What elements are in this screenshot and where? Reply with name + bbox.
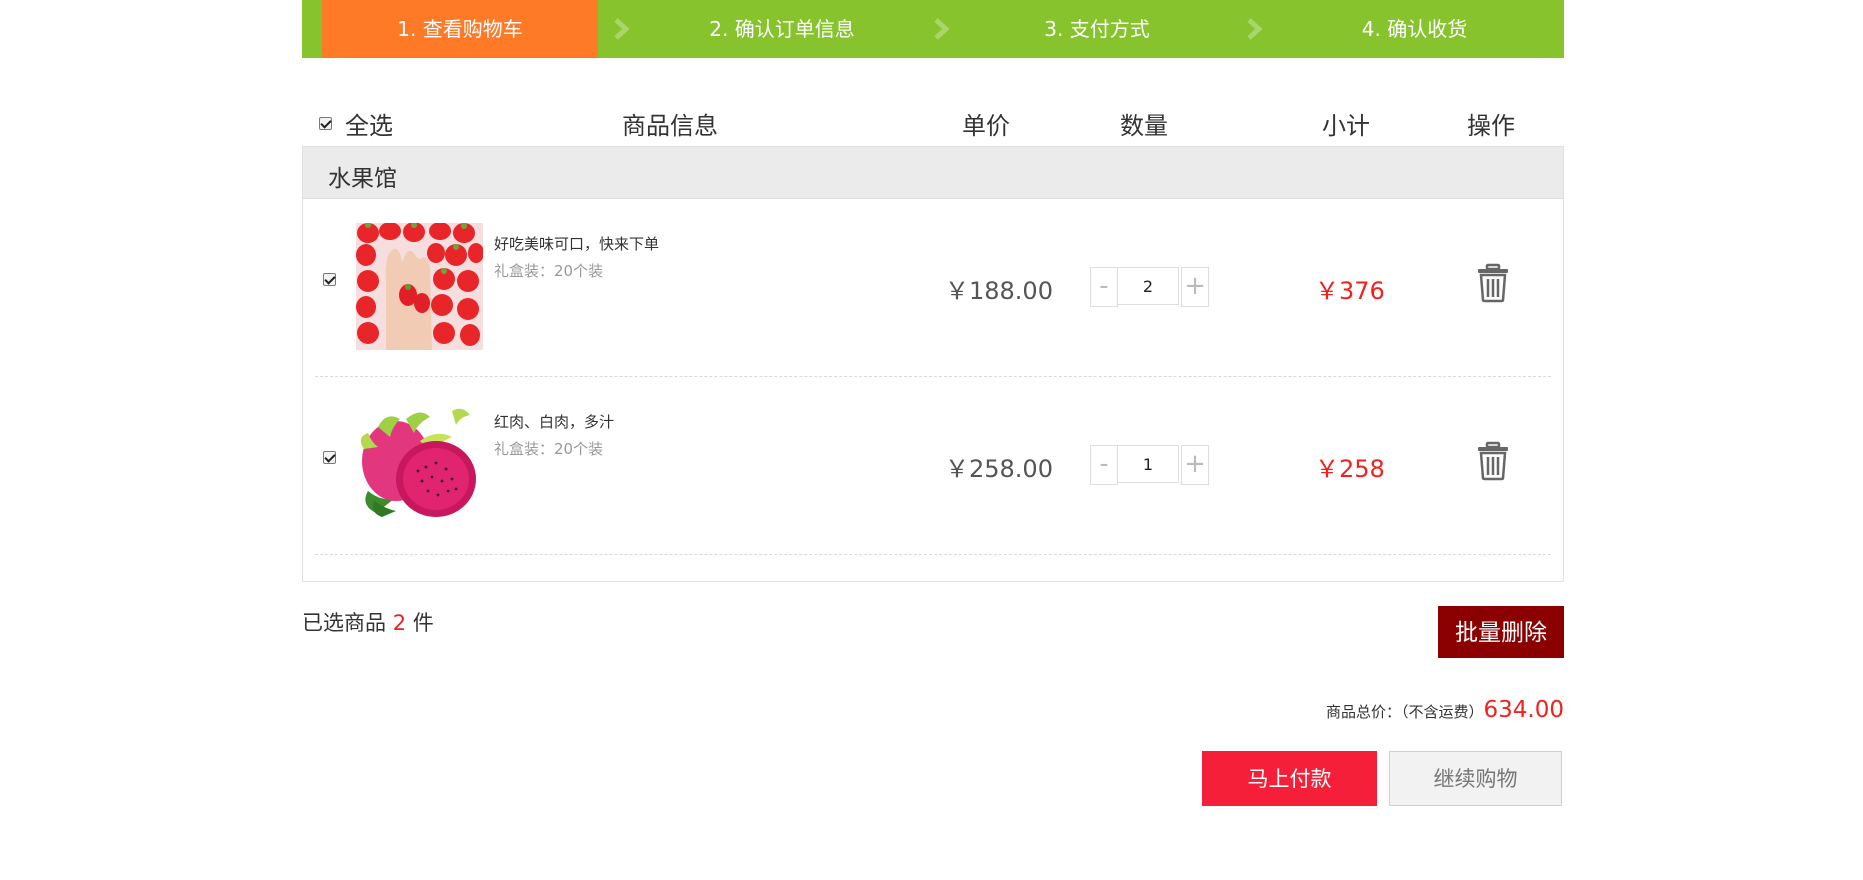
quantity-stepper: - + <box>1090 267 1209 307</box>
trash-icon[interactable] <box>1476 441 1510 481</box>
decrease-button[interactable]: - <box>1090 445 1118 485</box>
quantity-stepper: - + <box>1090 445 1209 485</box>
pay-now-button[interactable]: 马上付款 <box>1202 751 1377 806</box>
step-arrow-icon <box>612 18 632 40</box>
strawberry-image[interactable] <box>356 222 484 350</box>
selected-prefix: 已选商品 <box>302 611 386 635</box>
item-subtotal: ￥258 <box>1315 455 1385 483</box>
product-name[interactable]: 红肉、白肉，多汁 <box>494 411 614 432</box>
header-action: 操作 <box>1467 112 1515 140</box>
select-all-checkbox[interactable] <box>319 117 332 130</box>
continue-shopping-button[interactable]: 继续购物 <box>1389 751 1562 806</box>
total-amount: 634.00 <box>1483 697 1564 723</box>
decrease-button[interactable]: - <box>1090 267 1118 307</box>
header-quantity: 数量 <box>1120 112 1168 140</box>
step-confirm-receipt: 4. 确认收货 <box>1361 17 1468 41</box>
cart-table-header: 全选 商品信息 单价 数量 小计 操作 <box>302 100 1564 146</box>
selected-count: 2 <box>392 611 407 635</box>
dragon-fruit-image[interactable] <box>356 401 483 528</box>
selected-count-text: 已选商品 2 件 <box>302 607 434 637</box>
item-checkbox[interactable] <box>323 273 336 286</box>
step-payment: 3. 支付方式 <box>1044 17 1150 41</box>
header-product-info: 商品信息 <box>622 112 718 140</box>
checkout-steps: 1. 查看购物车 2. 确认订单信息 3. 支付方式 4. 确认收货 <box>302 0 1564 58</box>
item-subtotal: ￥376 <box>1315 277 1385 305</box>
product-spec: 礼盒装：20个装 <box>494 440 604 458</box>
cart-item-row: 红肉、白肉，多汁 礼盒装：20个装 ￥258.00 - + ￥258 <box>315 377 1551 555</box>
product-name[interactable]: 好吃美味可口，快来下单 <box>494 233 659 254</box>
increase-button[interactable]: + <box>1181 445 1209 485</box>
select-all-label[interactable]: 全选 <box>345 106 393 141</box>
trash-icon[interactable] <box>1476 263 1510 303</box>
shop-header: 水果馆 <box>303 147 1563 199</box>
quantity-input[interactable] <box>1117 267 1179 305</box>
quantity-input[interactable] <box>1117 445 1179 483</box>
total-label: 商品总价：（不含运费） <box>1326 703 1484 721</box>
batch-delete-button[interactable]: 批量删除 <box>1438 606 1564 658</box>
item-checkbox[interactable] <box>323 451 336 464</box>
cart-page: 1. 查看购物车 2. 确认订单信息 3. 支付方式 4. 确认收货 全选 商品… <box>302 0 1564 880</box>
shop-group: 水果馆 好吃美味可口，快来下单 礼盒装：20个装 ￥188.00 - 2 + ￥… <box>302 146 1564 582</box>
selected-suffix: 件 <box>412 611 434 635</box>
step-arrow-icon <box>1245 18 1265 40</box>
increase-button[interactable]: + <box>1181 267 1209 307</box>
shop-name: 水果馆 <box>328 166 397 192</box>
step-arrow-icon <box>932 18 952 40</box>
header-subtotal: 小计 <box>1322 112 1370 140</box>
product-spec: 礼盒装：20个装 <box>494 262 604 280</box>
total-price: 商品总价：（不含运费）634.00 <box>1326 697 1564 723</box>
header-unit-price: 单价 <box>962 112 1010 140</box>
step-view-cart: 1. 查看购物车 <box>322 0 598 58</box>
step-confirm-order: 2. 确认订单信息 <box>709 17 855 41</box>
unit-price: ￥188.00 <box>945 277 1053 305</box>
unit-price: ￥258.00 <box>945 455 1053 483</box>
cart-item-row: 好吃美味可口，快来下单 礼盒装：20个装 ￥188.00 - + ￥376 <box>315 199 1551 377</box>
